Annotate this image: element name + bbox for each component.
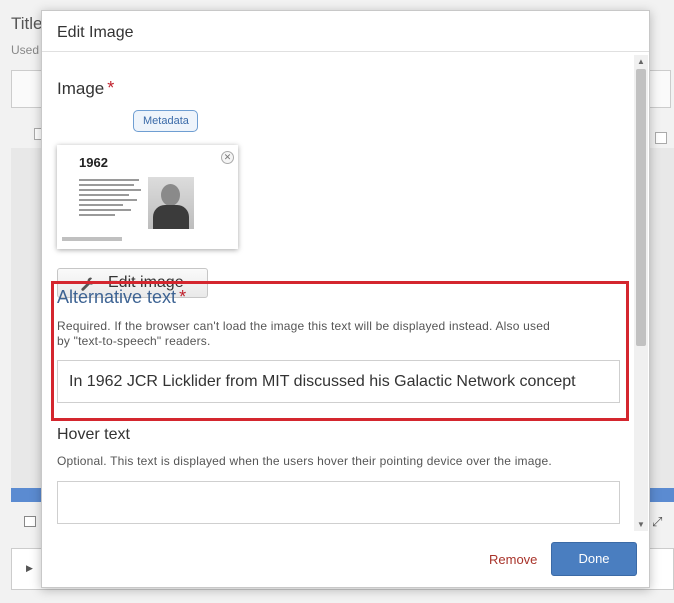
expand-icon: ⤢ (652, 514, 663, 529)
copy-icon (655, 132, 667, 144)
copy-icon (24, 516, 36, 527)
thumbnail-text-lines (79, 179, 141, 219)
image-field-label: Image * (57, 78, 114, 99)
metadata-button[interactable]: Metadata (133, 110, 198, 132)
hover-text-input[interactable] (57, 481, 620, 524)
hover-text-label: Hover text (57, 426, 130, 443)
chevron-right-icon: ▶ (26, 563, 33, 573)
background-used-text: Used (11, 43, 40, 57)
background-title-label: Title (11, 14, 43, 33)
scroll-up-icon[interactable]: ▲ (637, 57, 645, 66)
alt-text-help-line1: Required. If the browser can't load the … (57, 319, 550, 333)
thumbnail-portrait (148, 177, 194, 229)
dialog-scrollbar[interactable]: ▲ ▼ (634, 55, 648, 531)
image-thumbnail[interactable]: 1962 ✕ (57, 145, 238, 249)
required-mark: * (107, 78, 115, 98)
scroll-down-icon[interactable]: ▼ (637, 520, 645, 529)
scrollbar-thumb[interactable] (636, 69, 646, 346)
hover-text-help: Optional. This text is displayed when th… (57, 454, 552, 468)
thumbnail-footer (62, 237, 122, 241)
image-label-text: Image (57, 79, 105, 98)
close-icon[interactable]: ✕ (221, 151, 234, 164)
required-mark: * (179, 287, 187, 307)
dialog-body: Image * Metadata 1962 ✕ Edit image Altern… (42, 53, 632, 533)
alt-text-label-text: Alternative text (57, 287, 177, 307)
remove-link[interactable]: Remove (489, 552, 537, 567)
alt-text-input[interactable]: In 1962 JCR Licklider from MIT discussed… (57, 360, 620, 403)
alt-text-help-line2: by "text-to-speech" readers. (57, 334, 211, 348)
alt-text-label: Alternative text * (57, 287, 186, 308)
thumbnail-year: 1962 (79, 155, 108, 170)
dialog-title: Edit Image (42, 11, 649, 52)
done-button[interactable]: Done (551, 542, 637, 576)
edit-image-dialog: Edit Image Image * Metadata 1962 ✕ Edit i… (41, 10, 650, 588)
